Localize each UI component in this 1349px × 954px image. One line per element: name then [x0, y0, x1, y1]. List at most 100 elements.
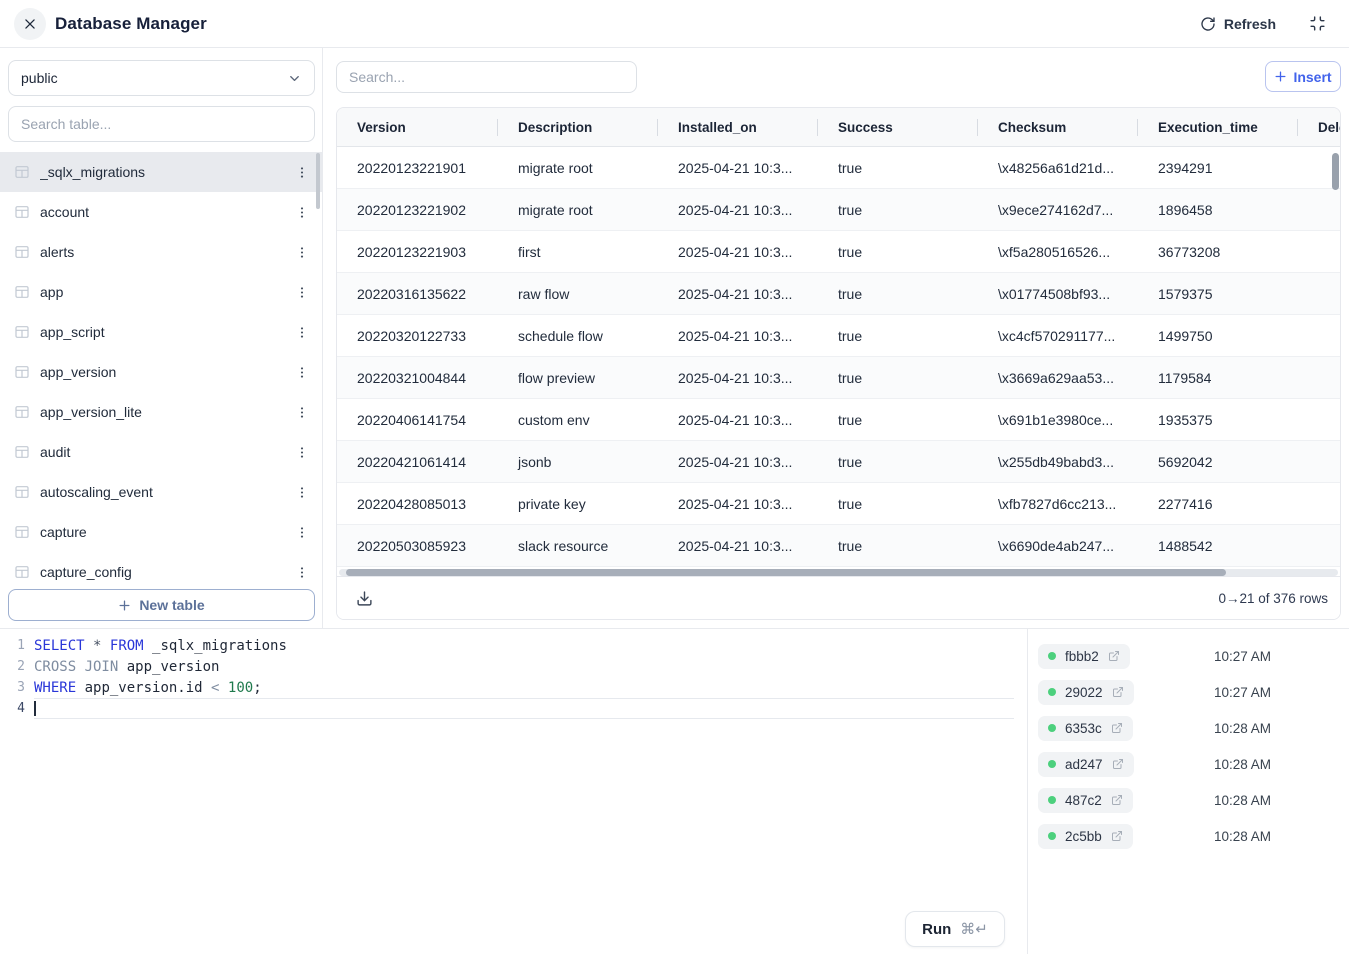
- table-menu-button[interactable]: [293, 283, 311, 302]
- sql-line[interactable]: 1 SELECT * FROM _sqlx_migrations: [0, 635, 1027, 656]
- column-header-label: Success: [838, 120, 893, 135]
- sidebar-table-item[interactable]: autoscaling_event: [0, 472, 323, 512]
- sidebar-table-item[interactable]: capture_config: [0, 552, 323, 589]
- run-query-button[interactable]: Run ⌘↵: [905, 911, 1005, 947]
- sidebar-table-item[interactable]: app_version_lite: [0, 392, 323, 432]
- query-run-chip[interactable]: 29022: [1038, 680, 1134, 705]
- kebab-menu-icon: [295, 245, 309, 260]
- query-run-chip[interactable]: 2c5bb: [1038, 824, 1133, 849]
- sidebar-table-item[interactable]: app_script: [0, 312, 323, 352]
- close-button[interactable]: [14, 8, 46, 40]
- query-run-row: 487c2 10:28 AM: [1028, 782, 1349, 818]
- table-cell: 20220321004844: [337, 357, 498, 398]
- external-link-icon: [1108, 650, 1120, 662]
- query-run-chip[interactable]: 6353c: [1038, 716, 1133, 741]
- external-link-icon: [1111, 830, 1123, 842]
- table-cell: 20220421061414: [337, 441, 498, 482]
- table-cell: true: [818, 189, 978, 230]
- table-row[interactable]: 20220428085013private key2025-04-21 10:3…: [337, 483, 1341, 525]
- table-menu-button[interactable]: [293, 323, 311, 342]
- table-vertical-scrollbar[interactable]: [1332, 153, 1339, 190]
- sql-editor[interactable]: 1 SELECT * FROM _sqlx_migrations 2 CROSS…: [0, 629, 1027, 954]
- data-table: Version Description Installed_on Success…: [336, 107, 1341, 620]
- table-cell: migrate root: [498, 189, 658, 230]
- text-cursor: [34, 701, 36, 716]
- table-menu-button[interactable]: [293, 443, 311, 462]
- table-menu-button[interactable]: [293, 243, 311, 262]
- table-row[interactable]: 20220421061414jsonb2025-04-21 10:3...tru…: [337, 441, 1341, 483]
- table-search-input[interactable]: [8, 106, 315, 142]
- query-run-chip[interactable]: fbbb2: [1038, 644, 1130, 669]
- schema-select[interactable]: public: [8, 60, 315, 96]
- table-cell: \x255db49babd3...: [978, 441, 1138, 482]
- table-row[interactable]: 20220123221901migrate root2025-04-21 10:…: [337, 147, 1341, 189]
- sidebar-table-item[interactable]: audit: [0, 432, 323, 472]
- sidebar-table-item[interactable]: _sqlx_migrations: [0, 152, 323, 192]
- sql-token: WHERE: [34, 680, 76, 696]
- table-name: capture: [40, 524, 283, 540]
- table-menu-button[interactable]: [293, 523, 311, 542]
- table-cell: 20220123221902: [337, 189, 498, 230]
- query-run-chip[interactable]: ad247: [1038, 752, 1134, 777]
- sidebar-table-item[interactable]: capture: [0, 512, 323, 552]
- sql-token: <: [211, 680, 219, 696]
- table-menu-button[interactable]: [293, 363, 311, 382]
- column-header[interactable]: Installed_on: [658, 108, 818, 146]
- refresh-button[interactable]: Refresh: [1200, 16, 1276, 32]
- table-cell: 2025-04-21 10:3...: [658, 189, 818, 230]
- table-cell: true: [818, 231, 978, 272]
- table-row[interactable]: 20220316135622raw flow2025-04-21 10:3...…: [337, 273, 1341, 315]
- query-run-chip[interactable]: 487c2: [1038, 788, 1133, 813]
- table-row[interactable]: 20220503085923slack resource2025-04-21 1…: [337, 525, 1341, 567]
- sidebar-table-item[interactable]: alerts: [0, 232, 323, 272]
- table-icon: [14, 284, 30, 300]
- sql-line[interactable]: 3 WHERE app_version.id < 100;: [0, 677, 1027, 698]
- table-menu-button[interactable]: [293, 563, 311, 582]
- table-icon: [14, 524, 30, 540]
- table-horizontal-scrollbar[interactable]: [339, 569, 1338, 576]
- column-header[interactable]: Description: [498, 108, 658, 146]
- external-link-icon: [1112, 758, 1124, 770]
- horizontal-scrollbar-thumb[interactable]: [346, 569, 1226, 576]
- sidebar-table-item[interactable]: app: [0, 272, 323, 312]
- table-name: _sqlx_migrations: [40, 164, 283, 180]
- table-menu-button[interactable]: [293, 403, 311, 422]
- table-cell: true: [818, 357, 978, 398]
- table-cell: 2025-04-21 10:3...: [658, 147, 818, 188]
- insert-row-button[interactable]: Insert: [1265, 61, 1341, 92]
- sql-line[interactable]: 4: [0, 698, 1027, 719]
- table-name: app_version: [40, 364, 283, 380]
- table-cell: 20220428085013: [337, 483, 498, 524]
- grid-search-input[interactable]: [336, 61, 637, 93]
- table-menu-button[interactable]: [293, 163, 311, 182]
- table-icon: [14, 244, 30, 260]
- new-table-label: New table: [139, 597, 204, 613]
- table-cell: 36773208: [1138, 231, 1298, 272]
- table-cell: slack resource: [498, 525, 658, 566]
- column-header[interactable]: Execution_time: [1138, 108, 1298, 146]
- table-menu-button[interactable]: [293, 203, 311, 222]
- top-bar: Database Manager Refresh: [0, 0, 1349, 48]
- table-row[interactable]: 20220320122733schedule flow2025-04-21 10…: [337, 315, 1341, 357]
- sidebar-table-item[interactable]: account: [0, 192, 323, 232]
- column-header[interactable]: Version: [337, 108, 498, 146]
- table-row[interactable]: 20220406141754custom env2025-04-21 10:3.…: [337, 399, 1341, 441]
- column-header[interactable]: Checksum: [978, 108, 1138, 146]
- sql-token: *: [93, 638, 101, 654]
- sidebar-scrollbar[interactable]: [316, 153, 320, 209]
- success-dot-icon: [1048, 724, 1056, 732]
- sidebar-table-item[interactable]: app_version: [0, 352, 323, 392]
- column-header[interactable]: Deleted: [1298, 108, 1341, 146]
- sql-token: app_version.id: [76, 680, 211, 696]
- table-menu-button[interactable]: [293, 483, 311, 502]
- new-table-button[interactable]: New table: [8, 589, 315, 621]
- column-header[interactable]: Success: [818, 108, 978, 146]
- sql-token: 100: [228, 680, 253, 696]
- download-button[interactable]: [354, 588, 375, 609]
- collapse-window-button[interactable]: [1309, 15, 1326, 32]
- sql-line[interactable]: 2 CROSS JOIN app_version: [0, 656, 1027, 677]
- success-dot-icon: [1048, 832, 1056, 840]
- table-row[interactable]: 20220321004844flow preview2025-04-21 10:…: [337, 357, 1341, 399]
- table-row[interactable]: 20220123221903first2025-04-21 10:3...tru…: [337, 231, 1341, 273]
- table-row[interactable]: 20220123221902migrate root2025-04-21 10:…: [337, 189, 1341, 231]
